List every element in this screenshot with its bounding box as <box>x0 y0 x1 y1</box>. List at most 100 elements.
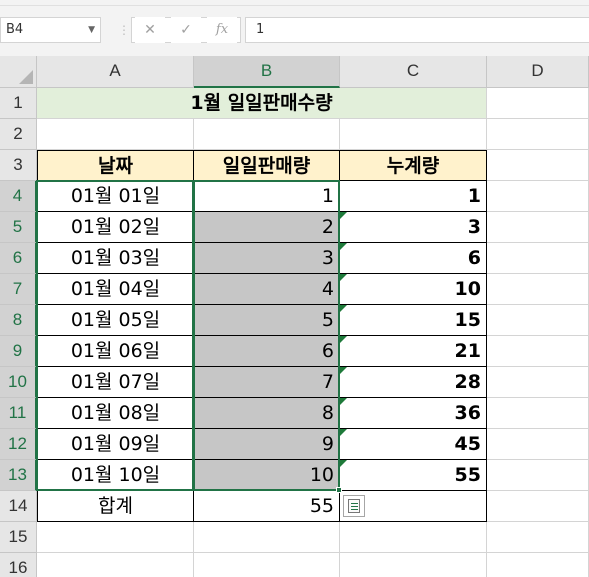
error-indicator-icon[interactable] <box>340 367 347 374</box>
date-cell[interactable]: 01월 10일 <box>37 460 194 491</box>
formula-input[interactable]: 1 <box>245 17 589 43</box>
total-label[interactable]: 합계 <box>37 491 194 522</box>
cumulative-cell[interactable]: 3 <box>340 212 487 243</box>
cell-d7[interactable] <box>487 274 589 305</box>
cumulative-cell[interactable]: 21 <box>340 336 487 367</box>
enter-icon[interactable]: ✓ <box>171 17 201 43</box>
sheet-title[interactable]: 1월 일일판매수량 <box>37 88 487 119</box>
cumulative-cell[interactable]: 45 <box>340 429 487 460</box>
date-cell[interactable]: 01월 04일 <box>37 274 194 305</box>
row-header-5[interactable]: 5 <box>0 212 37 243</box>
row-header-7[interactable]: 7 <box>0 274 37 305</box>
cell-d2[interactable] <box>487 119 589 150</box>
date-cell[interactable]: 01월 05일 <box>37 305 194 336</box>
row-header-16[interactable]: 16 <box>0 553 37 577</box>
daily-sales-cell[interactable]: 8 <box>194 398 340 429</box>
row-header-8[interactable]: 8 <box>0 305 37 336</box>
cell-b16[interactable] <box>194 553 340 577</box>
cell-d16[interactable] <box>487 553 589 577</box>
insert-function-icon[interactable]: fx <box>207 17 237 43</box>
error-indicator-icon[interactable] <box>340 274 347 281</box>
cumulative-cell[interactable]: 55 <box>340 460 487 491</box>
cell-d10[interactable] <box>487 367 589 398</box>
date-cell[interactable]: 01월 06일 <box>37 336 194 367</box>
cancel-icon[interactable]: ✕ <box>135 17 165 43</box>
table-header-cumulative[interactable]: 누계량 <box>340 150 487 181</box>
daily-sales-cell[interactable]: 2 <box>194 212 340 243</box>
error-indicator-icon[interactable] <box>340 212 347 219</box>
column-header-c[interactable]: C <box>340 56 487 88</box>
cell-b15[interactable] <box>194 522 340 553</box>
row-header-15[interactable]: 15 <box>0 522 37 553</box>
chevron-down-icon[interactable]: ▼ <box>88 18 95 42</box>
cell-d1[interactable] <box>487 88 589 119</box>
row-header-12[interactable]: 12 <box>0 429 37 460</box>
table-header-date[interactable]: 날짜 <box>37 150 194 181</box>
row-header-11[interactable]: 11 <box>0 398 37 429</box>
column-header-a[interactable]: A <box>37 56 194 88</box>
error-indicator-icon[interactable] <box>340 305 347 312</box>
column-header-d[interactable]: D <box>487 56 589 88</box>
error-indicator-icon[interactable] <box>340 243 347 250</box>
date-cell[interactable]: 01월 08일 <box>37 398 194 429</box>
cell-b2[interactable] <box>194 119 340 150</box>
cell-c16[interactable] <box>340 553 487 577</box>
table-header-daily[interactable]: 일일판매량 <box>194 150 340 181</box>
cell-a16[interactable] <box>37 553 194 577</box>
cell-c2[interactable] <box>340 119 487 150</box>
row-header-6[interactable]: 6 <box>0 243 37 274</box>
cumulative-cell[interactable]: 10 <box>340 274 487 305</box>
error-indicator-icon[interactable] <box>340 336 347 343</box>
cell-d12[interactable] <box>487 429 589 460</box>
cumulative-cell[interactable]: 15 <box>340 305 487 336</box>
total-value[interactable]: 55 <box>194 491 340 522</box>
cell-d9[interactable] <box>487 336 589 367</box>
cell-a15[interactable] <box>37 522 194 553</box>
cell-d6[interactable] <box>487 243 589 274</box>
date-cell[interactable]: 01월 01일 <box>37 181 194 212</box>
spreadsheet-grid[interactable]: A B C D 1 2 3 4 5 6 7 8 9 10 11 12 13 14 15 16 1월 일일판매수량 날짜 일일… <box>0 56 589 577</box>
cumulative-cell[interactable]: 6 <box>340 243 487 274</box>
select-all-button[interactable] <box>0 56 37 88</box>
date-cell[interactable]: 01월 03일 <box>37 243 194 274</box>
row-header-4[interactable]: 4 <box>0 181 37 212</box>
cell-d15[interactable] <box>487 522 589 553</box>
date-cell[interactable]: 01월 09일 <box>37 429 194 460</box>
cell-d13[interactable] <box>487 460 589 491</box>
error-indicator-icon[interactable] <box>340 429 347 436</box>
daily-sales-cell[interactable]: 10 <box>194 460 340 491</box>
daily-sales-cell[interactable]: 4 <box>194 274 340 305</box>
date-cell[interactable]: 01월 02일 <box>37 212 194 243</box>
row-header-13[interactable]: 13 <box>0 460 37 491</box>
quick-analysis-icon[interactable] <box>343 495 365 517</box>
cumulative-cell[interactable]: 36 <box>340 398 487 429</box>
row-header-3[interactable]: 3 <box>0 150 37 181</box>
name-box[interactable]: B4 ▼ <box>0 17 101 43</box>
cell-d8[interactable] <box>487 305 589 336</box>
cell-d4[interactable] <box>487 181 589 212</box>
daily-sales-cell[interactable]: 9 <box>194 429 340 460</box>
cell-c15[interactable] <box>340 522 487 553</box>
daily-sales-cell[interactable]: 5 <box>194 305 340 336</box>
daily-sales-cell[interactable]: 3 <box>194 243 340 274</box>
column-header-b[interactable]: B <box>194 56 340 88</box>
cell-d14[interactable] <box>487 491 589 522</box>
fill-handle[interactable] <box>336 487 342 493</box>
row-header-9[interactable]: 9 <box>0 336 37 367</box>
cell-d3[interactable] <box>487 150 589 181</box>
row-header-2[interactable]: 2 <box>0 119 37 150</box>
error-indicator-icon[interactable] <box>340 460 347 467</box>
cell-d5[interactable] <box>487 212 589 243</box>
cell-a2[interactable] <box>37 119 194 150</box>
daily-sales-cell[interactable]: 1 <box>194 181 340 212</box>
daily-sales-cell[interactable]: 6 <box>194 336 340 367</box>
row-header-1[interactable]: 1 <box>0 88 37 119</box>
row-header-14[interactable]: 14 <box>0 491 37 522</box>
cumulative-cell[interactable]: 1 <box>340 181 487 212</box>
cell-d11[interactable] <box>487 398 589 429</box>
row-header-10[interactable]: 10 <box>0 367 37 398</box>
date-cell[interactable]: 01월 07일 <box>37 367 194 398</box>
daily-sales-cell[interactable]: 7 <box>194 367 340 398</box>
cumulative-cell[interactable]: 28 <box>340 367 487 398</box>
error-indicator-icon[interactable] <box>340 398 347 405</box>
